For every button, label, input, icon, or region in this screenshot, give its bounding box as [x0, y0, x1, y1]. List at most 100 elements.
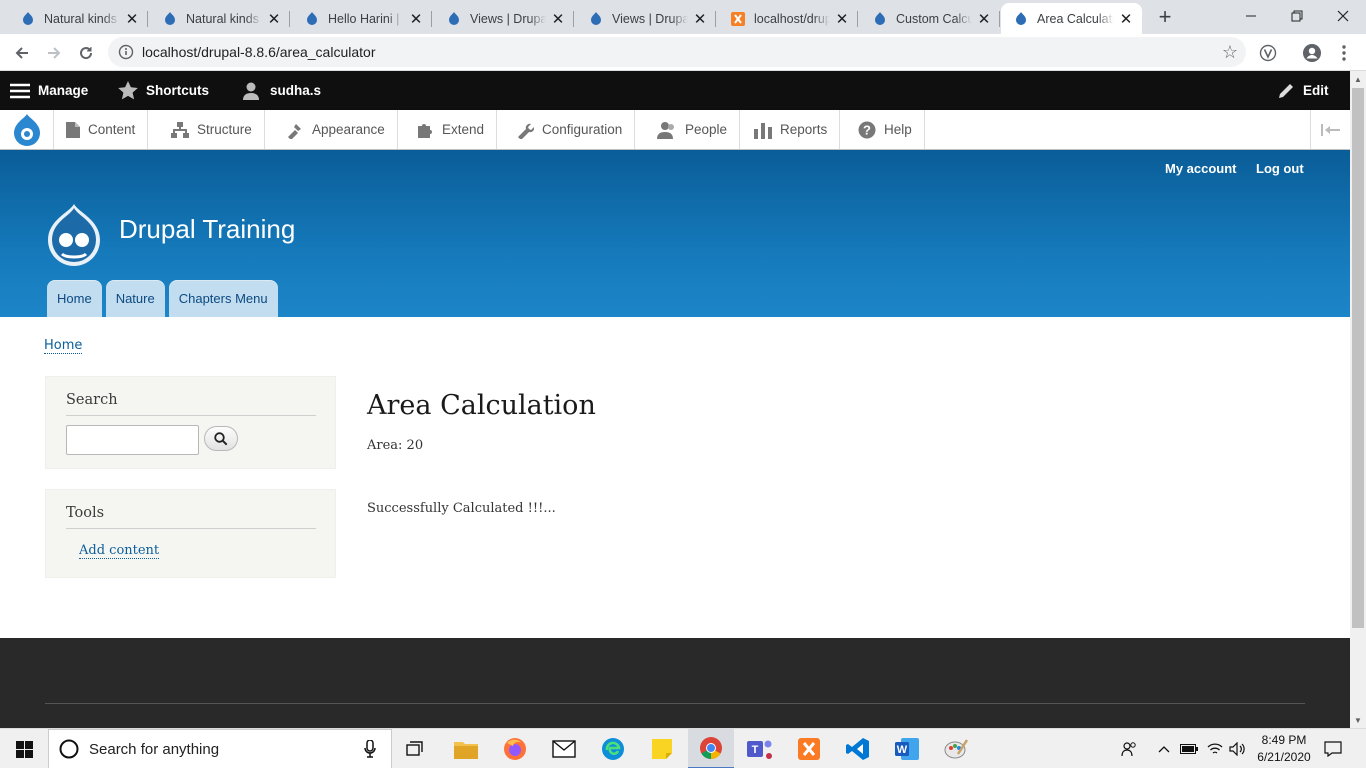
sticky-notes-icon[interactable]	[646, 733, 678, 765]
edit-button[interactable]: Edit	[1277, 71, 1329, 110]
taskbar-search-box[interactable]: Search for anything	[48, 729, 392, 768]
help-icon: ?	[858, 121, 876, 138]
log-out-link[interactable]: Log out	[1256, 161, 1304, 176]
tray-label: Appearance	[312, 122, 385, 137]
browser-menu-icon[interactable]	[1330, 39, 1358, 67]
battery-icon[interactable]	[1178, 729, 1200, 768]
people-tray-icon[interactable]	[1118, 729, 1140, 768]
system-clock[interactable]: 8:49 PM 6/21/2020	[1246, 732, 1322, 766]
site-name[interactable]: Drupal Training	[119, 214, 295, 245]
tab-title: Custom Calcul	[896, 11, 972, 26]
browser-tab[interactable]: Hello Harini | D ✕	[284, 3, 432, 34]
forward-icon[interactable]	[40, 39, 68, 67]
people-icon	[657, 121, 674, 139]
browser-tab[interactable]: Views | Drupal ✕	[426, 3, 574, 34]
tab-close-icon[interactable]: ✕	[692, 11, 708, 28]
file-explorer-icon[interactable]	[450, 733, 482, 765]
page-scrollbar[interactable]: ▲ ▼	[1350, 71, 1366, 728]
tray-help[interactable]: ? Help	[846, 110, 925, 149]
edge-icon[interactable]	[597, 733, 629, 765]
minimize-icon[interactable]	[1228, 0, 1274, 32]
search-button[interactable]	[204, 426, 238, 451]
breadcrumb-home[interactable]: Home	[44, 338, 83, 354]
wifi-icon[interactable]	[1204, 729, 1226, 768]
shortcuts-button[interactable]: Shortcuts	[118, 71, 209, 110]
browser-tab[interactable]: Views | Drupal ✕	[568, 3, 716, 34]
tray-appearance[interactable]: Appearance	[274, 110, 398, 149]
page-title: Area Calculation	[367, 390, 596, 421]
tab-close-icon[interactable]: ✕	[266, 11, 282, 28]
edit-label: Edit	[1303, 83, 1329, 98]
volume-icon[interactable]	[1226, 729, 1248, 768]
site-info-icon[interactable]	[118, 44, 134, 60]
shortcuts-label: Shortcuts	[146, 83, 210, 98]
start-button[interactable]	[0, 729, 48, 768]
xampp-icon[interactable]	[793, 733, 825, 765]
drupal-home-button[interactable]	[0, 110, 54, 149]
site-logo-icon[interactable]	[44, 202, 104, 266]
configuration-icon	[518, 123, 534, 139]
search-input[interactable]	[66, 425, 199, 455]
restore-icon[interactable]	[1274, 0, 1320, 32]
firefox-icon[interactable]	[499, 733, 531, 765]
notifications-icon[interactable]	[1320, 729, 1346, 768]
reports-icon	[754, 122, 772, 139]
tray-extend[interactable]: Extend	[404, 110, 498, 149]
chevron-up-icon[interactable]	[1155, 729, 1173, 768]
scrollbar-thumb[interactable]	[1352, 88, 1364, 628]
tray-label: Configuration	[542, 122, 623, 137]
profile-icon[interactable]	[1298, 39, 1326, 67]
back-icon[interactable]	[8, 39, 36, 67]
tab-close-icon[interactable]: ✕	[976, 11, 992, 28]
microphone-icon[interactable]	[364, 740, 376, 758]
tray-label: People	[685, 122, 728, 137]
address-bar[interactable]: localhost/drupal-8.8.6/area_calculator ☆	[108, 37, 1246, 67]
tab-close-icon[interactable]: ✕	[408, 11, 424, 28]
manage-button[interactable]: Manage	[10, 71, 88, 110]
scroll-up-icon[interactable]: ▲	[1350, 71, 1366, 87]
tray-configuration[interactable]: Configuration	[504, 110, 636, 149]
user-button[interactable]: sudha.s	[242, 71, 321, 110]
nav-chapters-menu[interactable]: Chapters Menu	[168, 280, 278, 317]
tray-label: Extend	[442, 122, 485, 137]
browser-tab[interactable]: localhost/drup ✕	[710, 3, 858, 34]
teams-icon[interactable]: T	[744, 733, 776, 765]
browser-tab[interactable]: Custom Calcul ✕	[852, 3, 1000, 34]
vscode-icon[interactable]	[842, 733, 874, 765]
word-icon[interactable]: W	[891, 733, 923, 765]
drupal-favicon-icon	[165, 11, 175, 25]
site-footer	[0, 638, 1350, 728]
browser-tab-active[interactable]: Area Calculatio ✕	[1001, 3, 1142, 34]
reload-icon[interactable]	[72, 39, 100, 67]
tab-close-icon[interactable]: ✕	[550, 11, 566, 28]
chrome-icon[interactable]	[688, 729, 734, 768]
nav-nature[interactable]: Nature	[105, 280, 165, 317]
mail-icon[interactable]	[548, 733, 580, 765]
tab-close-icon[interactable]: ✕	[834, 11, 850, 28]
tray-people[interactable]: People	[645, 110, 741, 149]
search-circle-icon	[59, 739, 79, 759]
browser-tab[interactable]: Natural kinds | ✕	[0, 3, 148, 34]
svg-text:T: T	[752, 744, 759, 756]
admin-toolbar: Manage Shortcuts sudha.s Edit	[0, 71, 1350, 110]
tray-structure[interactable]: Structure	[159, 110, 265, 149]
browser-tab[interactable]: Natural kinds ( ✕	[142, 3, 290, 34]
window-close-icon[interactable]	[1320, 0, 1366, 32]
paint-icon[interactable]	[940, 733, 972, 765]
scroll-down-icon[interactable]: ▼	[1350, 712, 1366, 728]
my-account-link[interactable]: My account	[1165, 161, 1237, 176]
tray-content[interactable]: Content	[54, 110, 149, 149]
url-text: localhost/drupal-8.8.6/area_calculator	[142, 44, 376, 60]
tab-close-icon[interactable]: ✕	[1118, 11, 1134, 28]
content-icon	[66, 121, 80, 138]
new-tab-icon[interactable]: +	[1154, 6, 1176, 29]
tray-reports[interactable]: Reports	[742, 110, 841, 149]
tab-close-icon[interactable]: ✕	[124, 11, 140, 28]
task-view-icon[interactable]	[400, 733, 432, 765]
bookmark-star-icon[interactable]: ☆	[1222, 42, 1238, 63]
extension-icon[interactable]	[1254, 39, 1282, 67]
add-content-link[interactable]: Add content	[79, 543, 160, 559]
tab-title: Area Calculatio	[1037, 11, 1114, 26]
tray-orientation-toggle[interactable]	[1310, 110, 1350, 149]
nav-home[interactable]: Home	[47, 280, 102, 317]
